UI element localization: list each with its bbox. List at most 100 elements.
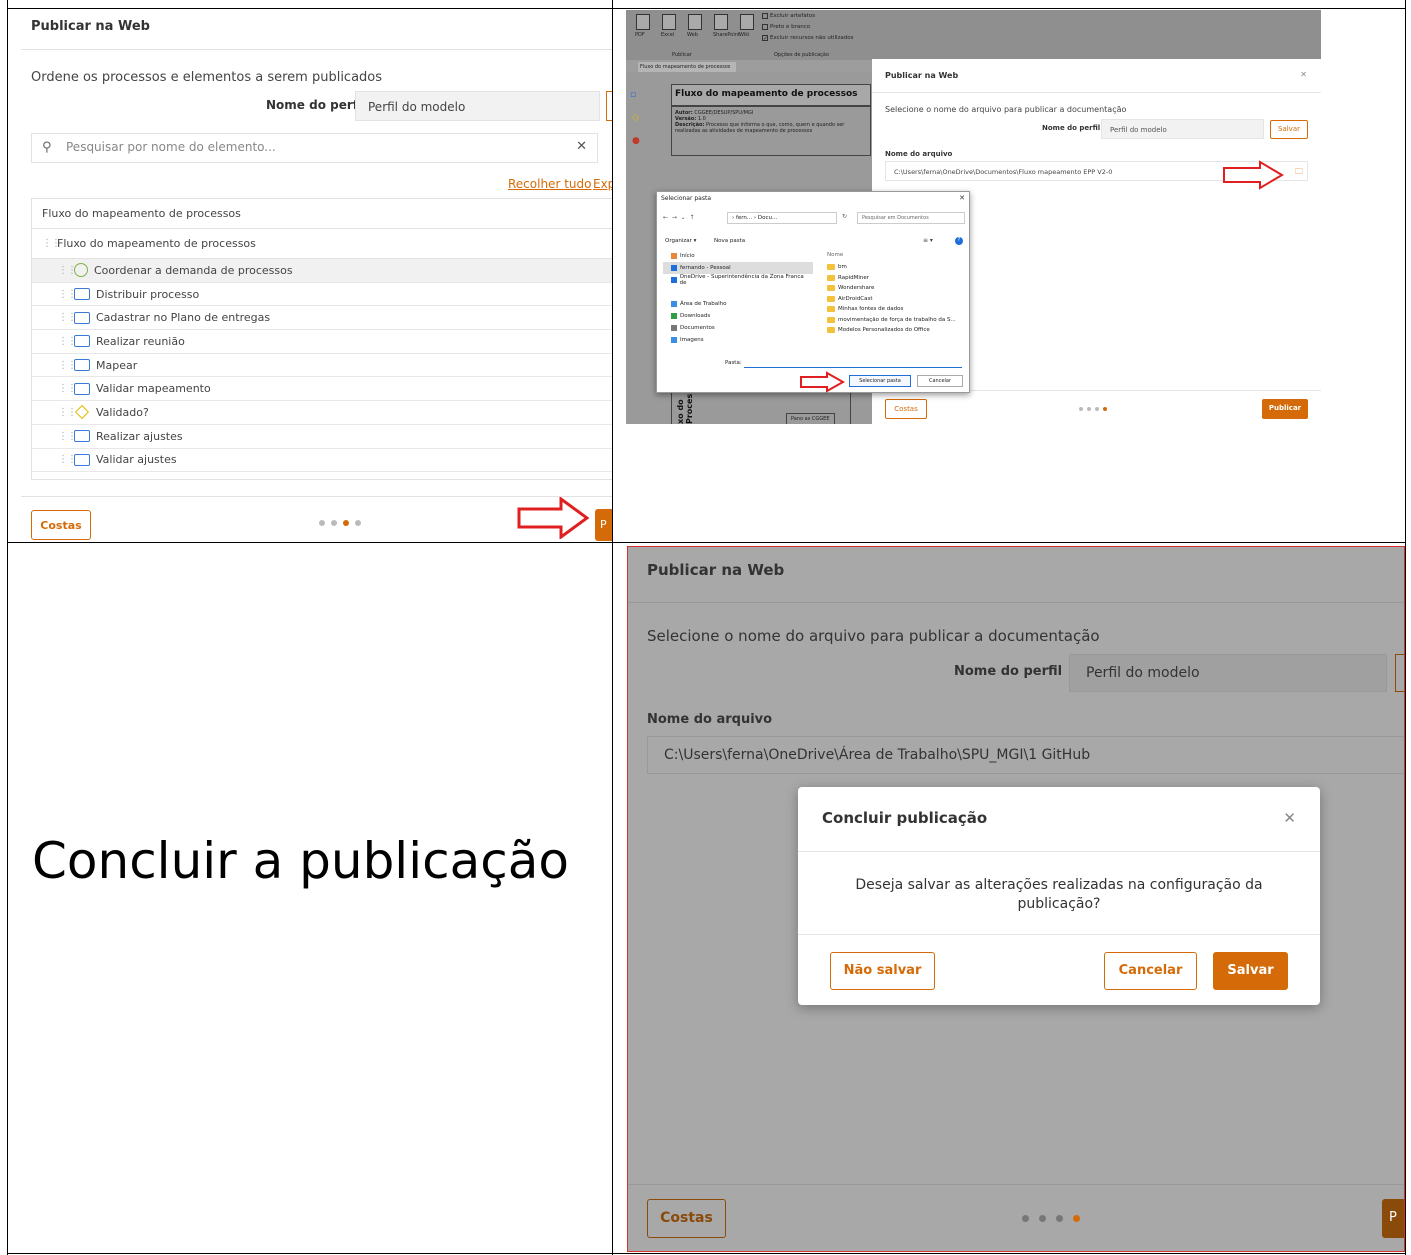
drag-handle-icon[interactable]: ⋮⋮: [58, 431, 77, 442]
folder-input[interactable]: [744, 358, 962, 368]
task-icon: [74, 453, 90, 466]
file-path-input[interactable]: C:\Users\ferna\OneDrive\Área de Trabalho…: [647, 736, 1404, 774]
folder-item[interactable]: RapidMiner: [819, 273, 967, 284]
collapse-all-link[interactable]: Recolher tudo: [508, 177, 591, 191]
export-sharepoint-icon[interactable]: [714, 14, 728, 30]
cancel-button[interactable]: Cancelar: [917, 375, 963, 387]
drag-handle-icon[interactable]: ⋮⋮: [58, 454, 77, 465]
organize-menu[interactable]: Organizar ▾: [665, 238, 696, 244]
folder-item[interactable]: Minhas fontes de dados: [819, 304, 967, 315]
back-button[interactable]: Costas: [31, 510, 91, 540]
tree-item-label: Coordenar a demanda de processos: [94, 263, 293, 277]
drag-handle-icon[interactable]: ⋮⋮: [58, 336, 77, 347]
tree-item[interactable]: ⋮⋮ Distribuir processo: [32, 283, 612, 307]
profile-input[interactable]: Perfil do modelo: [1069, 654, 1387, 692]
tree-item[interactable]: ⋮⋮ Realizar reunião: [32, 330, 612, 354]
export-wiki-icon[interactable]: [740, 14, 754, 30]
divider: [628, 1184, 1404, 1185]
clear-icon[interactable]: ✕: [576, 139, 587, 154]
nav-arrows-icon[interactable]: ← → ⌄ ↑: [663, 214, 695, 221]
profile-input[interactable]: Perfil do modelo: [1101, 119, 1264, 139]
element-search-input[interactable]: ⚲ Pesquisar por nome do elemento... ✕: [31, 133, 598, 163]
tree-item[interactable]: ⋮⋮ Validar ajustes: [32, 449, 612, 473]
close-icon[interactable]: ✕: [959, 194, 965, 202]
column-header[interactable]: Nome: [819, 250, 967, 262]
drag-handle-icon[interactable]: ⋮⋮: [58, 312, 77, 323]
refresh-icon[interactable]: ↻: [842, 213, 847, 220]
nav-pane-item[interactable]: Documentos: [663, 322, 813, 334]
back-button[interactable]: Costas: [885, 399, 927, 419]
ribbon-group-label: Publicar: [672, 52, 692, 58]
export-excel-icon[interactable]: [662, 14, 676, 30]
new-folder-button[interactable]: Nova pasta: [714, 238, 745, 244]
profile-input[interactable]: Perfil do modelo: [355, 91, 600, 121]
close-icon[interactable]: ✕: [1283, 809, 1296, 827]
tree-root[interactable]: ⋮⋮ Fluxo do mapeamento de processos: [32, 229, 612, 259]
tree-item[interactable]: ⋮⋮ Mapear: [32, 354, 612, 378]
folder-item[interactable]: Wondershare: [819, 283, 967, 294]
next-button[interactable]: P: [595, 509, 612, 541]
export-web-icon[interactable]: [688, 14, 702, 30]
view-options-icon[interactable]: ≡ ▾: [923, 237, 933, 244]
help-icon[interactable]: ?: [955, 237, 963, 245]
tree-item[interactable]: ⋮⋮ Validar mapeamento: [32, 377, 612, 402]
drag-handle-icon[interactable]: ⋮⋮: [58, 265, 77, 276]
step-dot: [1095, 407, 1099, 411]
folder-icon: [827, 316, 835, 323]
folder-icon: [827, 295, 835, 302]
close-icon[interactable]: ✕: [1300, 70, 1307, 79]
select-folder-button[interactable]: Selecionar pasta: [849, 375, 911, 387]
folder-icon: [827, 274, 835, 281]
folder-item[interactable]: bm: [819, 262, 967, 273]
folder-item[interactable]: movimentação de força de trabalho da S..…: [819, 315, 967, 326]
profile-save-button[interactable]: [1395, 654, 1404, 692]
tree-item[interactable]: ⋮⋮ Coordenar a demanda de processos: [32, 259, 612, 283]
folder-icon: [827, 327, 835, 334]
modal-message: Deseja salvar as alterações realizadas n…: [855, 877, 1263, 912]
nav-pane-item[interactable]: Área de Trabalho: [663, 298, 813, 310]
drag-handle-icon[interactable]: ⋮⋮: [58, 407, 77, 418]
location-icon: [671, 277, 677, 283]
tree-item-label: Distribuir processo: [96, 287, 200, 301]
nav-pane-item[interactable]: fernando - Pessoal: [663, 262, 813, 274]
next-button[interactable]: P: [1382, 1199, 1404, 1238]
nav-pane-item[interactable]: OneDrive - Superintendência da Zona Fran…: [663, 274, 813, 286]
ribbon-option-checkbox[interactable]: ✓ Excluir recursos não utilizados: [762, 35, 854, 42]
document-tab[interactable]: Fluxo do mapeamento de processos: [638, 62, 736, 72]
back-button[interactable]: Costas: [647, 1199, 726, 1238]
address-bar[interactable]: › fern... › Docu...: [727, 212, 837, 224]
step-dot: [1103, 407, 1107, 411]
folder-icon[interactable]: 🗀: [1295, 166, 1303, 180]
expand-all-link[interactable]: Exp: [593, 177, 612, 191]
folder-item[interactable]: AirDroidCast: [819, 294, 967, 305]
profile-save-button[interactable]: [606, 91, 612, 121]
folder-search-input[interactable]: Pesquisar em Documentos: [857, 212, 965, 224]
save-button[interactable]: Salvar: [1213, 952, 1288, 990]
publish-button[interactable]: Publicar: [1262, 399, 1308, 419]
nav-pane-item[interactable]: [663, 286, 813, 298]
save-button[interactable]: Salvar: [1270, 120, 1308, 139]
export-pdf-icon[interactable]: [636, 14, 650, 30]
drag-handle-icon[interactable]: ⋮⋮: [58, 383, 77, 394]
nav-pane-item[interactable]: Downloads: [663, 310, 813, 322]
drag-handle-icon[interactable]: ⋮⋮: [58, 360, 77, 371]
step-dot: [1022, 1215, 1029, 1222]
drag-handle-icon[interactable]: ⋮⋮: [58, 289, 77, 300]
ribbon-toolbar: PDF Excel Web SharePoint Wiki Excluir artefa…: [626, 10, 1321, 60]
dont-save-button[interactable]: Não salvar: [830, 952, 935, 990]
tree-item[interactable]: ⋮⋮ Validado?: [32, 401, 612, 425]
nav-pane-item[interactable]: Imagens: [663, 334, 813, 346]
drag-handle-icon[interactable]: ⋮⋮: [42, 238, 61, 249]
nav-pane-item[interactable]: Início: [663, 250, 813, 262]
tree-item[interactable]: ⋮⋮ Cadastrar no Plano de entregas: [32, 306, 612, 331]
ribbon-option-checkbox[interactable]: Excluir artefatos: [762, 13, 815, 19]
red-arrow-icon: [1223, 160, 1284, 190]
tree-item[interactable]: ⋮⋮ Realizar ajustes: [32, 425, 612, 449]
checkbox-icon: [762, 13, 768, 19]
folder-name: AirDroidCast: [838, 295, 873, 302]
profile-label: Nome do perfil: [1042, 124, 1101, 132]
folder-item[interactable]: Modelos Personalizados do Office: [819, 325, 967, 336]
ribbon-option-checkbox[interactable]: Preto e branco: [762, 24, 810, 30]
grid-line: [612, 0, 613, 1255]
cancel-button[interactable]: Cancelar: [1104, 952, 1197, 990]
